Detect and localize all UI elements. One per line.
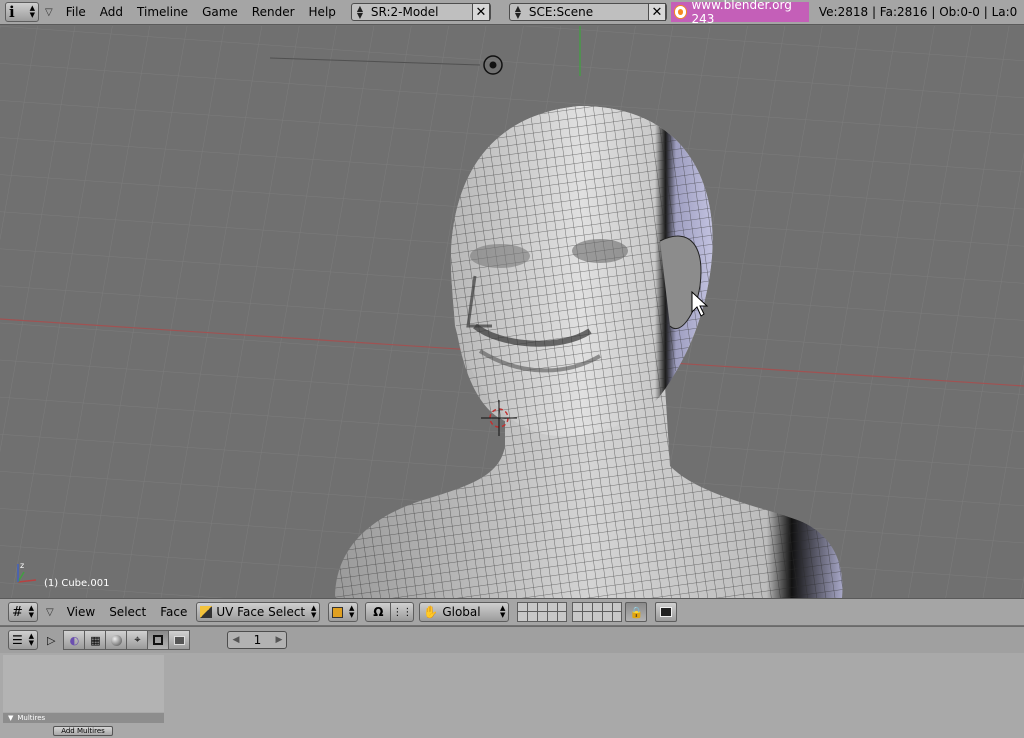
grid-icon: # (12, 604, 23, 620)
expand-menu-icon[interactable]: ▷ (47, 634, 55, 647)
menu-select[interactable]: Select (102, 605, 153, 619)
layer-buttons-b[interactable] (572, 602, 623, 622)
frame-number-field[interactable]: ◀ 1 ▶ (227, 631, 288, 649)
website-text: www.blender.org 243 (691, 0, 792, 26)
pivot-selector[interactable]: Ω (365, 602, 392, 622)
updown-icon: ▲ ▼ (28, 632, 34, 647)
sphere-icon (110, 634, 122, 646)
menu-face[interactable]: Face (153, 605, 194, 619)
updown-icon: ▲ ▼ (29, 4, 35, 19)
updown-icon: ▲ ▼ (348, 604, 355, 619)
multires-panel-header[interactable]: ▼ Multires (3, 713, 164, 723)
uv-face-icon (200, 606, 213, 618)
menu-game[interactable]: Game (195, 5, 245, 19)
panel-collapse-icon[interactable]: ▼ (8, 714, 13, 722)
editing-context-button[interactable] (147, 630, 170, 650)
mode-selector[interactable]: UV Face Select ▲ ▼ (196, 602, 321, 622)
info-icon: i (9, 3, 15, 21)
menu-view[interactable]: View (60, 605, 102, 619)
menu-file[interactable]: File (59, 5, 93, 19)
panel-preview-area (3, 655, 164, 712)
scene-icon (173, 635, 185, 645)
screen-selector[interactable]: ▲ ▼ SR:2-Model ✕ (350, 3, 491, 21)
mode-label[interactable]: UV Face Select (216, 605, 311, 619)
close-screen-icon[interactable]: ✕ (471, 3, 490, 21)
info-window-type-button[interactable]: i ▲ ▼ (5, 2, 39, 22)
shading-context-button[interactable] (105, 630, 128, 650)
3d-viewport[interactable]: z (1) Cube.001 (0, 26, 1024, 598)
screen-name[interactable]: SR:2-Model (368, 5, 472, 19)
blender-logo-icon (674, 6, 687, 18)
svg-text:z: z (20, 561, 24, 570)
collapse-menu-icon[interactable]: ▽ (46, 607, 54, 618)
manipulator-icon: ⋮⋮ (392, 606, 413, 618)
updown-icon: ▲ ▼ (28, 604, 34, 619)
axes-icon: ⌖ (134, 633, 141, 646)
orientation-label[interactable]: Global (442, 605, 500, 619)
updown-icon: ▲ ▼ (499, 604, 506, 619)
draw-type-selector[interactable]: ▲ ▼ (328, 602, 359, 622)
buttons-window-icon: ☰ (12, 633, 23, 647)
orientation-selector[interactable]: ✋ Global ▲ ▼ (419, 602, 510, 622)
layer-grid-2[interactable] (572, 602, 623, 622)
layer-buttons-a[interactable] (517, 602, 568, 622)
layer-grid-1[interactable] (517, 602, 568, 622)
buttons-window-type-button[interactable]: ☰ ▲ ▼ (8, 630, 38, 650)
increment-arrow-icon[interactable]: ▶ (276, 635, 283, 645)
script-context-button[interactable]: ▦ (84, 630, 107, 650)
viewport-canvas[interactable]: z (0, 26, 1024, 598)
updown-icon: ▲ ▼ (514, 4, 521, 20)
collapse-menu-icon[interactable]: ▽ (45, 7, 53, 18)
info-header: i ▲ ▼ ▽ File Add Timeline Game Render Hel… (0, 0, 1024, 26)
decrement-arrow-icon[interactable]: ◀ (232, 635, 239, 645)
3d-view-header: # ▲ ▼ ▽ View Select Face UV Face Select ▲… (0, 598, 1024, 625)
updown-icon: ▲ ▼ (356, 4, 363, 20)
menu-help[interactable]: Help (302, 5, 343, 19)
render-preview-button[interactable] (655, 602, 678, 622)
object-context-button[interactable]: ⌖ (126, 630, 149, 650)
buttons-header: ☰ ▲ ▼ ▷ ◐ ▦ ⌖ ◀ 1 ▶ (0, 626, 1024, 653)
image-icon (660, 607, 673, 617)
scene-name[interactable]: SCE:Scene (526, 5, 648, 19)
add-multires-button[interactable]: Add Multires (53, 726, 113, 736)
scene-context-button[interactable] (168, 630, 191, 650)
active-object-label: (1) Cube.001 (44, 578, 110, 589)
panel-title: Multires (17, 714, 46, 722)
pivot-icon: Ω (373, 605, 384, 619)
lock-layers-button[interactable]: 🔒 (625, 602, 648, 622)
script-icon: ▦ (90, 633, 101, 647)
menu-timeline[interactable]: Timeline (130, 5, 195, 19)
buttons-panel-area: ▼ Multires Add Multires (0, 653, 1024, 738)
menu-render[interactable]: Render (245, 5, 302, 19)
scene-stats: Ve:2818 | Fa:2816 | Ob:0-0 | La:0 (818, 5, 1018, 19)
3d-window-type-button[interactable]: # ▲ ▼ (8, 602, 38, 622)
updown-icon: ▲ ▼ (310, 604, 317, 619)
lock-icon: 🔒 (629, 605, 644, 619)
logic-context-button[interactable]: ◐ (63, 630, 86, 650)
hand-icon: ✋ (423, 605, 439, 619)
manipulator-toggle[interactable]: ⋮⋮ (390, 602, 415, 622)
close-scene-icon[interactable]: ✕ (647, 3, 666, 21)
menu-add[interactable]: Add (93, 5, 130, 19)
website-badge: www.blender.org 243 (670, 0, 809, 26)
solid-cube-icon (332, 606, 344, 618)
frame-number[interactable]: 1 (254, 633, 262, 647)
scene-selector[interactable]: ▲ ▼ SCE:Scene ✕ (508, 3, 667, 21)
logic-icon: ◐ (69, 633, 80, 647)
editing-square-icon (153, 635, 164, 645)
